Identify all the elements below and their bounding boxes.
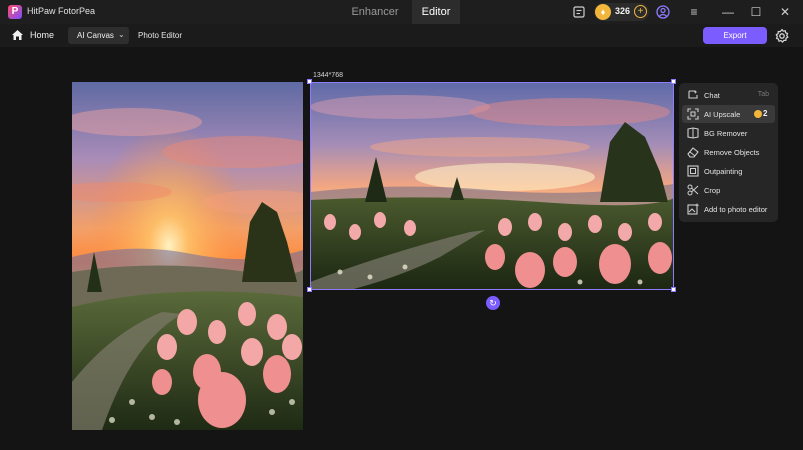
menu-item-outpainting[interactable]: Outpainting	[682, 162, 775, 180]
credit-cost: 2	[763, 109, 768, 118]
menu-item-label: Outpainting	[704, 167, 743, 176]
add-coins-icon[interactable]: +	[634, 5, 647, 18]
menu-item-bg-remover[interactable]: BG Remover	[682, 124, 775, 142]
chevron-down-icon: ⌄	[118, 30, 125, 39]
resize-handle-top-right[interactable]	[671, 79, 676, 84]
upscale-icon	[687, 108, 699, 120]
menu-item-label: Add to photo editor	[704, 205, 768, 214]
app-logo: P	[8, 5, 22, 19]
image-dimensions-label: 1344*768	[313, 72, 343, 79]
toolbar: Home AI Canvas ⌄ Photo Editor Export	[0, 24, 803, 47]
coin-icon	[754, 110, 762, 118]
menu-item-add-to-photo-editor[interactable]: Add to photo editor	[682, 200, 775, 218]
resize-handle-top-left[interactable]	[307, 79, 312, 84]
notes-icon[interactable]	[571, 4, 587, 20]
close-icon[interactable]: ✕	[775, 0, 795, 24]
canvas-mode-value: AI Canvas	[77, 31, 114, 40]
export-button[interactable]: Export	[703, 27, 767, 44]
add-image-icon	[687, 203, 699, 215]
scissors-icon	[687, 184, 699, 196]
gear-icon[interactable]	[774, 28, 790, 44]
home-link[interactable]: Home	[30, 30, 54, 40]
home-icon[interactable]	[11, 29, 24, 41]
menu-item-label: AI Upscale	[704, 110, 741, 119]
menu-item-ai-upscale[interactable]: AI Upscale 2	[682, 105, 775, 123]
menu-item-label: Crop	[704, 186, 721, 195]
menu-icon[interactable]: ≡	[684, 0, 704, 24]
resize-handle-bottom-left[interactable]	[307, 287, 312, 292]
shortcut-hint: Tab	[757, 91, 769, 98]
bg-remover-icon	[687, 127, 699, 139]
app-window: P HitPaw FotorPea Enhancer Editor ♦ 326 …	[0, 0, 803, 450]
canvas-image-portrait[interactable]	[72, 82, 303, 430]
title-bar: P HitPaw FotorPea Enhancer Editor ♦ 326 …	[0, 0, 803, 24]
coin-balance[interactable]: ♦ 326 +	[594, 3, 649, 21]
minimize-icon[interactable]: —	[718, 0, 738, 24]
resize-handle-bottom-right[interactable]	[671, 287, 676, 292]
menu-item-crop[interactable]: Crop	[682, 181, 775, 199]
tab-editor[interactable]: Editor	[412, 0, 460, 24]
coin-icon: ♦	[595, 4, 611, 20]
app-title: HitPaw FotorPea	[27, 6, 96, 16]
selection-frame	[310, 82, 674, 290]
menu-item-label: Remove Objects	[704, 148, 760, 157]
menu-item-chat[interactable]: Chat Tab	[682, 86, 775, 104]
image-context-menu: Chat Tab AI Upscale 2 BG Remover Remove …	[679, 83, 778, 222]
menu-item-label: BG Remover	[704, 129, 748, 138]
photo-editor-link[interactable]: Photo Editor	[138, 31, 182, 40]
chat-icon	[688, 90, 698, 99]
tab-enhancer[interactable]: Enhancer	[338, 0, 412, 24]
menu-item-label: Chat	[704, 91, 720, 100]
rotate-handle-icon[interactable]: ↻	[486, 296, 500, 310]
maximize-icon[interactable]: ☐	[746, 0, 766, 24]
eraser-icon	[687, 147, 699, 158]
menu-item-remove-objects[interactable]: Remove Objects	[682, 143, 775, 161]
canvas-mode-select[interactable]: AI Canvas ⌄	[68, 27, 129, 44]
coin-count: 326	[615, 6, 631, 16]
outpainting-icon	[687, 165, 699, 177]
account-icon[interactable]	[655, 4, 671, 20]
